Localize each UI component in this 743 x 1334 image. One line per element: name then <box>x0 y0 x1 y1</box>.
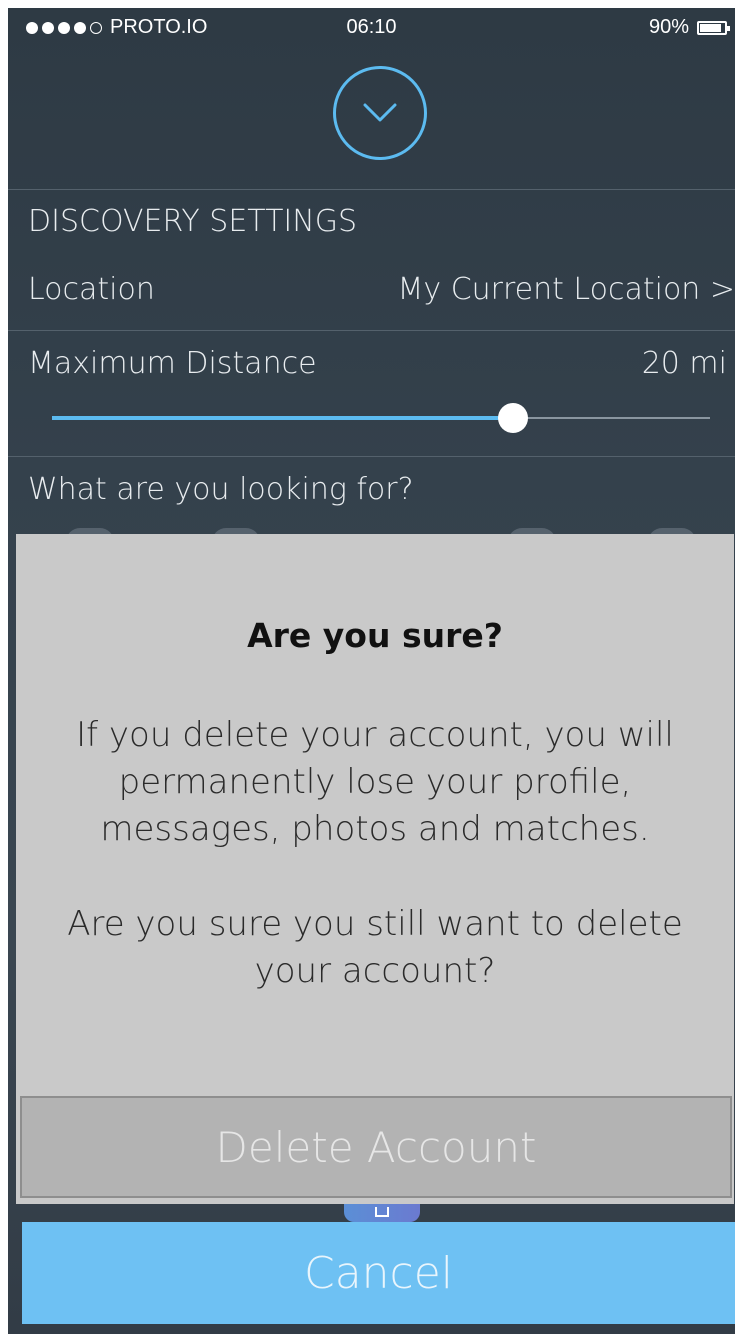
slider-fill <box>52 416 513 420</box>
looking-for-label: What are you looking for? <box>28 472 414 507</box>
dialog-title: Are you sure? <box>247 616 503 655</box>
location-value-link[interactable]: My Current Location > <box>398 272 735 307</box>
dialog-confirm-question: Are you sure you still want to delete yo… <box>67 904 683 991</box>
section-title: DISCOVERY SETTINGS <box>28 204 357 239</box>
collapse-button[interactable] <box>333 66 427 160</box>
battery-icon <box>697 20 730 35</box>
battery-status: 90% <box>648 16 730 39</box>
status-bar: PROTO.IO 06:10 90% <box>8 8 735 48</box>
delete-account-button[interactable]: Delete Account <box>20 1096 732 1198</box>
battery-fill <box>700 23 722 32</box>
location-label: Location <box>28 272 155 307</box>
logo-mark-icon <box>375 1207 389 1217</box>
cancel-button[interactable]: Cancel <box>22 1222 735 1324</box>
divider <box>8 189 735 190</box>
max-distance-label: Maximum Distance <box>28 346 317 381</box>
divider <box>8 330 735 331</box>
battery-percent: 90% <box>648 16 689 38</box>
max-distance-value: 20 mi <box>641 346 727 381</box>
screen: PROTO.IO 06:10 90% DISCOVERY SETTINGS Lo… <box>0 0 743 1334</box>
dialog-message: If you delete your account, you will per… <box>76 715 674 849</box>
chevron-down-icon <box>363 103 397 122</box>
app-logo-peek <box>344 1204 420 1222</box>
distance-slider[interactable] <box>52 398 710 438</box>
slider-thumb[interactable] <box>497 403 528 433</box>
delete-account-dialog: Are you sure? If you delete your account… <box>16 534 734 1204</box>
divider <box>8 456 735 457</box>
battery-tip <box>727 25 730 31</box>
status-time: 06:10 <box>346 16 397 38</box>
